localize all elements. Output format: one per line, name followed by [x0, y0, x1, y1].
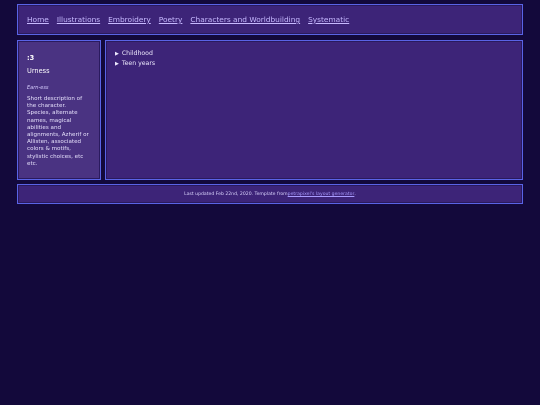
sidebar-emoticon: :3	[27, 54, 35, 62]
section-label: Teen years	[121, 60, 156, 67]
section-toggle-childhood[interactable]: ▶ Childhood	[115, 49, 522, 59]
footer: Last updated Feb 22nd, 2020. Template fr…	[17, 184, 523, 204]
footer-suffix: .	[354, 191, 356, 197]
character-sidebar: :3 Urness Earn-ess Short description of …	[17, 40, 101, 180]
nav-link-characters[interactable]: Characters and Worldbuilding	[190, 15, 300, 24]
section-toggle-teen-years[interactable]: ▶ Teen years	[115, 59, 522, 69]
template-link[interactable]: petrapixel's layout generator	[288, 192, 355, 197]
top-nav: Home Illustrations Embroidery Poetry Cha…	[17, 4, 523, 35]
nav-link-embroidery[interactable]: Embroidery	[108, 15, 151, 24]
nav-link-poetry[interactable]: Poetry	[159, 15, 183, 24]
character-description: Short description of the character. Spec…	[27, 96, 89, 167]
section-label: Childhood	[121, 50, 153, 57]
pronunciation: Earn-ess	[27, 85, 49, 91]
footer-text: Last updated Feb 22nd, 2020. Template fr…	[184, 191, 288, 197]
disclosure-triangle-icon: ▶	[115, 51, 119, 57]
character-name: Urness	[27, 67, 50, 75]
nav-link-illustrations[interactable]: Illustrations	[57, 15, 100, 24]
page: Home Illustrations Embroidery Poetry Cha…	[0, 0, 540, 405]
nav-link-systematic[interactable]: Systematic	[308, 15, 349, 24]
main-content: ▶ Childhood ▶ Teen years	[105, 40, 523, 180]
disclosure-triangle-icon: ▶	[115, 61, 119, 67]
nav-link-home[interactable]: Home	[27, 15, 49, 24]
